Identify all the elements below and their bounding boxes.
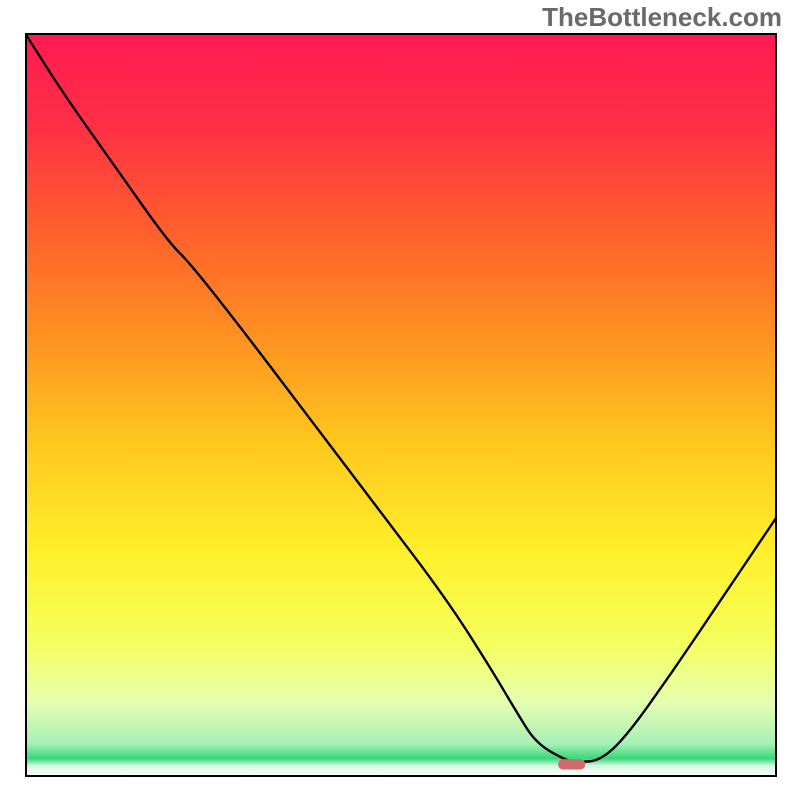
plot-area	[25, 33, 777, 777]
minimum-marker	[558, 759, 585, 769]
watermark-text: TheBottleneck.com	[542, 2, 782, 33]
chart-container: TheBottleneck.com	[0, 0, 800, 800]
chart-svg	[25, 33, 777, 777]
gradient-rect	[25, 33, 777, 777]
